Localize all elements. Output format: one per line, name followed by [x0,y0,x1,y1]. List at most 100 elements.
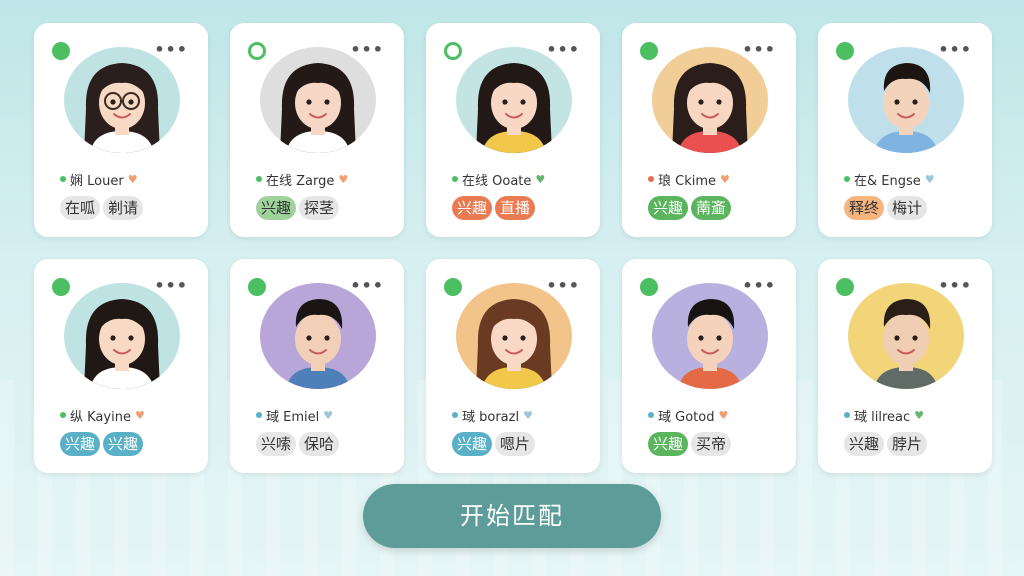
more-options-icon[interactable]: ••• [154,276,188,295]
online-status-icon [248,42,266,60]
interest-tag[interactable]: 在呱 [60,196,101,220]
heart-icon: ♥ [720,172,730,186]
tag-list: 兴趣 直播 [452,196,536,220]
heart-icon: ♥ [127,172,138,186]
profile-name: 琅 Ckime [658,173,717,189]
interest-tag[interactable]: 兴趣 [452,432,493,456]
status-indicator-icon [648,176,654,182]
heart-icon: ♥ [338,172,349,186]
interest-tag[interactable]: 兴趣 [60,432,101,456]
interest-tag[interactable]: 兴趣 [844,432,885,456]
interest-tag[interactable]: 兴趣 [256,196,297,220]
heart-icon: ♥ [323,408,334,422]
online-status-icon [640,278,658,296]
more-options-icon[interactable]: ••• [154,40,188,59]
online-status-icon [836,278,854,296]
avatar [260,283,376,389]
online-status-icon [444,278,462,296]
avatar [652,283,768,389]
more-options-icon[interactable]: ••• [350,276,384,295]
more-options-icon[interactable]: ••• [938,276,972,295]
start-matching-button[interactable]: 开始匹配 [363,484,661,548]
name-row: 琙 Gotod ♥ [648,406,788,425]
name-row: 琙 Emiel ♥ [256,406,396,425]
profile-card[interactable]: ••• 琅 Ckime ♥ 兴趣 萳齑 [622,23,796,237]
name-row: 娴 Louer ♥ [60,170,200,189]
more-options-icon[interactable]: ••• [546,276,580,295]
interest-tag[interactable]: 剃请 [103,196,144,220]
name-row: 在& Engse ♥ [844,170,984,189]
profile-grid: ••• 娴 Louer ♥ 在呱 剃请 ••• 在线 Zarge ♥ 兴趣 探茎… [34,23,992,473]
profile-card[interactable]: ••• 在线 Zarge ♥ 兴趣 探茎 [230,23,404,237]
interest-tag[interactable]: 兴趣 [648,432,689,456]
heart-icon: ♥ [718,408,729,422]
avatar [652,47,768,153]
interest-tag[interactable]: 兴嗦 [256,432,297,456]
name-row: 琙 borazl ♥ [452,406,592,425]
heart-icon: ♥ [134,408,145,422]
status-indicator-icon [844,412,850,418]
profile-card[interactable]: ••• 琙 borazl ♥ 兴趣 嗯片 [426,259,600,473]
avatar [64,47,180,153]
interest-tag[interactable]: 买帝 [691,432,732,456]
tag-list: 兴趣 嗯片 [452,432,536,456]
more-options-icon[interactable]: ••• [742,276,776,295]
tag-list: 兴趣 脖片 [844,432,928,456]
avatar [848,47,964,153]
interest-tag[interactable]: 梅计 [887,196,928,220]
heart-icon: ♥ [535,172,546,186]
profile-name: 纵 Kayine [70,409,131,425]
online-status-icon [52,42,70,60]
status-indicator-icon [844,176,850,182]
online-status-icon [248,278,266,296]
interest-tag[interactable]: 嗯片 [495,432,536,456]
profile-name: 琙 borazl [462,409,520,425]
tag-list: 兴趣 买帝 [648,432,732,456]
name-row: 琅 Ckime ♥ [648,170,788,189]
interest-tag[interactable]: 兴趣 [103,432,144,456]
interest-tag[interactable]: 直播 [495,196,536,220]
status-indicator-icon [452,412,458,418]
online-status-icon [640,42,658,60]
tag-list: 兴趣 探茎 [256,196,340,220]
more-options-icon[interactable]: ••• [350,40,384,59]
status-indicator-icon [648,412,654,418]
avatar [64,283,180,389]
interest-tag[interactable]: 兴趣 [648,196,689,220]
profile-card[interactable]: ••• 娴 Louer ♥ 在呱 剃请 [34,23,208,237]
profile-name: 在线 Ooate [462,173,532,189]
profile-card[interactable]: ••• 琙 Gotod ♥ 兴趣 买帝 [622,259,796,473]
profile-card[interactable]: ••• 在& Engse ♥ 释终 梅计 [818,23,992,237]
online-status-icon [836,42,854,60]
interest-tag[interactable]: 脖片 [887,432,928,456]
heart-icon: ♥ [924,172,935,186]
avatar [456,283,572,389]
profile-name: 在& Engse [854,173,921,189]
online-status-icon [52,278,70,296]
more-options-icon[interactable]: ••• [742,40,776,59]
heart-icon: ♥ [523,408,533,422]
interest-tag[interactable]: 探茎 [299,196,340,220]
name-row: 纵 Kayine ♥ [60,406,200,425]
tag-list: 在呱 剃请 [60,196,144,220]
avatar [456,47,572,153]
interest-tag[interactable]: 释终 [844,196,885,220]
interest-tag[interactable]: 保哈 [299,432,340,456]
status-indicator-icon [60,176,66,182]
interest-tag[interactable]: 萳齑 [691,196,732,220]
profile-card[interactable]: ••• 琙 Emiel ♥ 兴嗦 保哈 [230,259,404,473]
profile-name: 在线 Zarge [266,173,335,189]
online-status-icon [444,42,462,60]
interest-tag[interactable]: 兴趣 [452,196,493,220]
profile-card[interactable]: ••• 纵 Kayine ♥ 兴趣 兴趣 [34,259,208,473]
tag-list: 兴嗦 保哈 [256,432,340,456]
profile-card[interactable]: ••• 在线 Ooate ♥ 兴趣 直播 [426,23,600,237]
profile-name: 琙 Gotod [658,409,715,425]
name-row: 在线 Zarge ♥ [256,170,396,189]
profile-card[interactable]: ••• 琙 lilreac ♥ 兴趣 脖片 [818,259,992,473]
more-options-icon[interactable]: ••• [546,40,580,59]
tag-list: 兴趣 萳齑 [648,196,732,220]
name-row: 在线 Ooate ♥ [452,170,592,189]
more-options-icon[interactable]: ••• [938,40,972,59]
profile-name: 娴 Louer [70,173,124,189]
